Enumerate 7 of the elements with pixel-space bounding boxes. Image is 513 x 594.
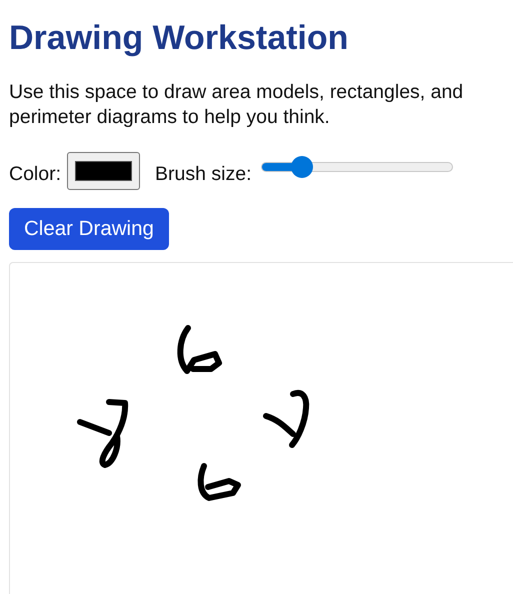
brush-size-slider[interactable] (261, 156, 454, 178)
intro-text: Use this space to draw area models, rectangles, and perimeter diagrams to help you think. (9, 80, 464, 130)
page-title: Drawing Workstation (9, 18, 350, 58)
clear-drawing-button[interactable]: Clear Drawing (9, 208, 169, 250)
color-label: Color: (9, 162, 62, 186)
color-picker[interactable] (67, 152, 140, 190)
brush-size-label: Brush size: (155, 162, 252, 186)
